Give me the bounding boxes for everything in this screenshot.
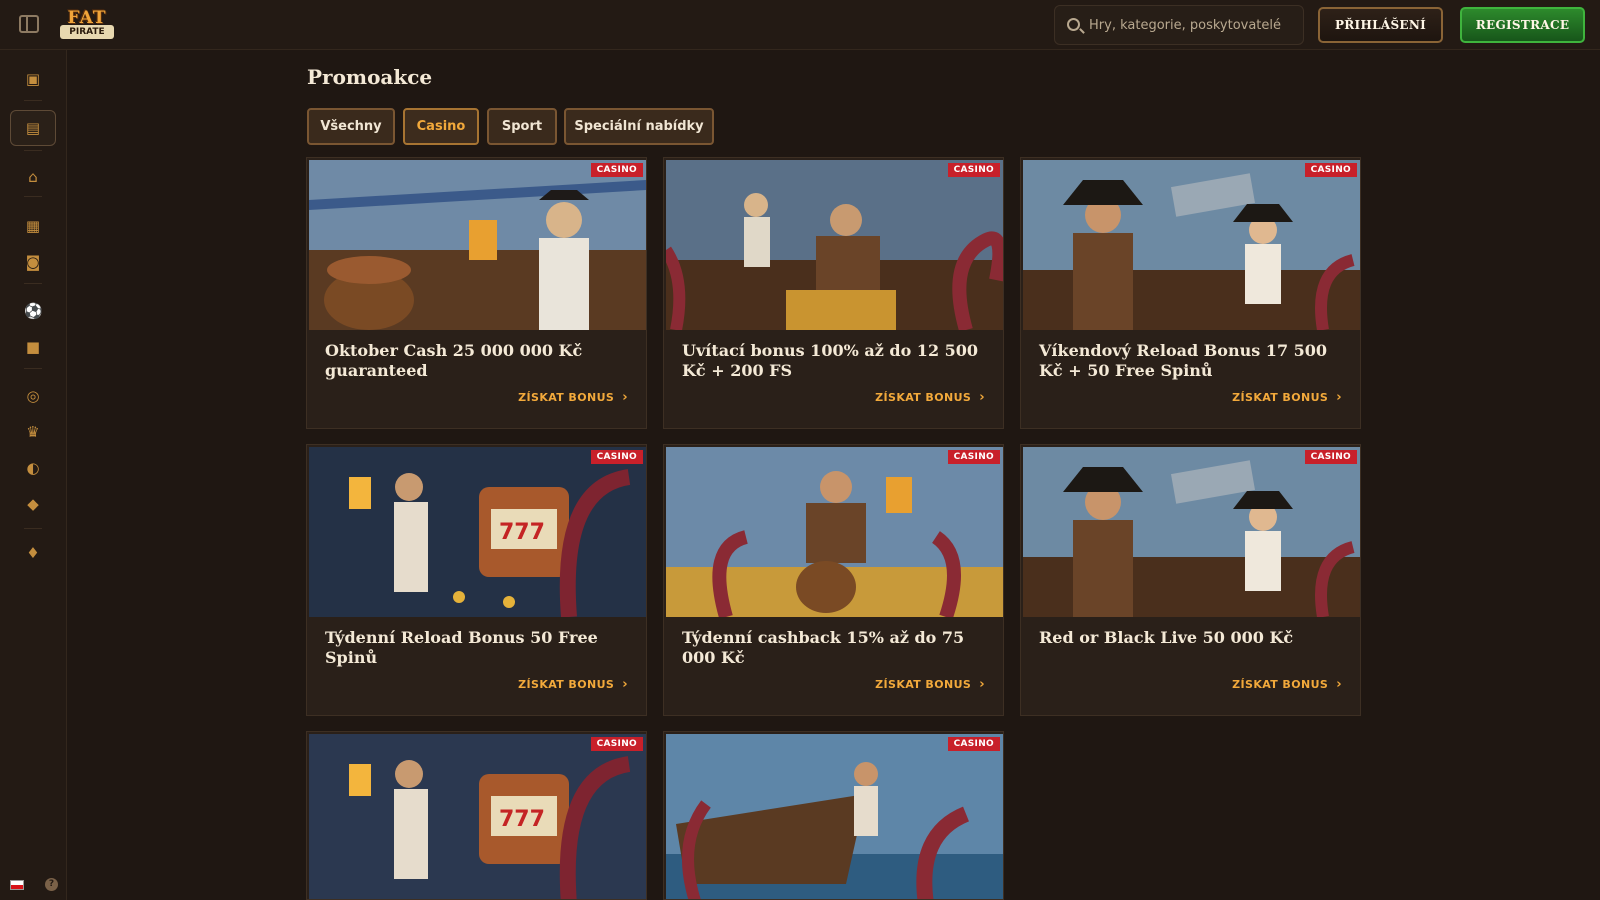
casino-badge: CASINO bbox=[1304, 163, 1357, 177]
casino-badge: CASINO bbox=[947, 450, 1000, 464]
search-box[interactable] bbox=[1054, 5, 1304, 45]
promo-image-slot-pirate: 777 CASINO bbox=[309, 734, 646, 899]
promo-image-weekly-cashback: CASINO bbox=[666, 447, 1003, 617]
promo-title: Uvítací bonus 100% až do 12 500 Kč + 200… bbox=[682, 341, 979, 380]
shop-bag-icon[interactable]: ◆ bbox=[24, 495, 42, 513]
promo-card[interactable]: 777 CASINO bbox=[306, 731, 647, 900]
promotions-chest-icon[interactable]: ▤ bbox=[24, 119, 42, 137]
sidebar-divider bbox=[24, 196, 42, 197]
svg-text:777: 777 bbox=[499, 807, 545, 832]
casino-badge: CASINO bbox=[590, 737, 643, 751]
promo-image-weekly-reload: 777 CASINO bbox=[309, 447, 646, 617]
casino-badge: CASINO bbox=[1304, 450, 1357, 464]
help-icon[interactable]: ? bbox=[45, 878, 58, 891]
language-flag-icon[interactable] bbox=[10, 880, 24, 890]
promo-card[interactable]: CASINO bbox=[663, 731, 1004, 900]
logo-text-bottom: PIRATE bbox=[60, 25, 114, 39]
get-bonus-label: ZÍSKAT BONUS bbox=[518, 678, 615, 691]
left-sidebar: ▣ ▤ ⌂ ▦ ◙ ⚽ ■ ◎ ♛ ◐ ◆ ♦ bbox=[0, 50, 67, 900]
register-button[interactable]: REGISTRACE bbox=[1460, 7, 1585, 43]
get-bonus-label: ZÍSKAT BONUS bbox=[875, 678, 972, 691]
promo-image-ship-kraken: CASINO bbox=[666, 734, 1003, 899]
chevron-right-icon: › bbox=[979, 677, 985, 692]
get-bonus-link[interactable]: ZÍSKAT BONUS › bbox=[518, 677, 628, 692]
trophy-icon[interactable]: ♛ bbox=[24, 423, 42, 441]
casino-badge: CASINO bbox=[947, 737, 1000, 751]
promo-title: Oktober Cash 25 000 000 Kč guaranteed bbox=[325, 341, 583, 380]
sidebar-divider bbox=[24, 150, 42, 151]
sidebar-toggle-icon[interactable] bbox=[19, 15, 39, 33]
get-bonus-link[interactable]: ZÍSKAT BONUS › bbox=[1232, 677, 1342, 692]
sidebar-divider bbox=[24, 528, 42, 529]
top-header: FAT PIRATE PŘIHLÁŠENÍ REGISTRACE bbox=[0, 0, 1600, 50]
home-icon[interactable]: ⌂ bbox=[24, 168, 42, 186]
promo-title: Víkendový Reload Bonus 17 500 Kč + 50 Fr… bbox=[1039, 341, 1328, 380]
svg-text:777: 777 bbox=[499, 520, 545, 545]
page-title: Promoakce bbox=[307, 65, 433, 89]
login-button[interactable]: PŘIHLÁŠENÍ bbox=[1318, 7, 1443, 43]
casino-badge: CASINO bbox=[590, 450, 643, 464]
tab-casino[interactable]: Casino bbox=[403, 108, 479, 145]
award-badge-icon[interactable]: ◎ bbox=[24, 387, 42, 405]
tab-special-offers[interactable]: Speciální nabídky bbox=[564, 108, 714, 145]
get-bonus-link[interactable]: ZÍSKAT BONUS › bbox=[1232, 390, 1342, 405]
vip-icon[interactable]: ◐ bbox=[24, 459, 42, 477]
promo-title: Red or Black Live 50 000 Kč bbox=[1039, 628, 1294, 647]
chevron-right-icon: › bbox=[622, 677, 628, 692]
sidebar-divider bbox=[24, 100, 42, 101]
chevron-right-icon: › bbox=[1336, 390, 1342, 405]
sidebar-divider bbox=[24, 283, 42, 284]
promo-image-weekend-reload: CASINO bbox=[1023, 160, 1360, 330]
promo-title: Týdenní Reload Bonus 50 Free Spinů bbox=[325, 628, 598, 667]
promo-image-oktober-cash: CASINO bbox=[309, 160, 646, 330]
calendar-icon[interactable]: ▦ bbox=[24, 217, 42, 235]
get-bonus-link[interactable]: ZÍSKAT BONUS › bbox=[518, 390, 628, 405]
search-icon bbox=[1067, 18, 1080, 31]
get-bonus-label: ZÍSKAT BONUS bbox=[1232, 391, 1329, 404]
promo-card[interactable]: CASINO Týdenní cashback 15% až do 75 000… bbox=[663, 444, 1004, 716]
promo-title: Týdenní cashback 15% až do 75 000 Kč bbox=[682, 628, 965, 667]
get-bonus-link[interactable]: ZÍSKAT BONUS › bbox=[875, 677, 985, 692]
promo-card[interactable]: CASINO Uvítací bonus 100% až do 12 500 K… bbox=[663, 157, 1004, 429]
chevron-right-icon: › bbox=[979, 390, 985, 405]
promo-image-red-or-black: CASINO bbox=[1023, 447, 1360, 617]
promo-card[interactable]: CASINO Red or Black Live 50 000 Kč ZÍSKA… bbox=[1020, 444, 1361, 716]
live-icon[interactable]: ■ bbox=[24, 338, 42, 356]
casino-badge: CASINO bbox=[947, 163, 1000, 177]
tab-sport[interactable]: Sport bbox=[487, 108, 557, 145]
get-bonus-label: ZÍSKAT BONUS bbox=[518, 391, 615, 404]
soccer-ball-icon[interactable]: ⚽ bbox=[24, 302, 43, 320]
search-input[interactable] bbox=[1089, 14, 1295, 36]
chevron-right-icon: › bbox=[1336, 677, 1342, 692]
tab-all[interactable]: Všechny bbox=[307, 108, 395, 145]
sidebar-divider bbox=[24, 368, 42, 369]
promo-card[interactable]: CASINO Oktober Cash 25 000 000 Kč guaran… bbox=[306, 157, 647, 429]
get-bonus-label: ZÍSKAT BONUS bbox=[1232, 678, 1329, 691]
treasure-chest-icon[interactable]: ▣ bbox=[24, 70, 42, 88]
promo-card[interactable]: CASINO Víkendový Reload Bonus 17 500 Kč … bbox=[1020, 157, 1361, 429]
promo-image-welcome-bonus: CASINO bbox=[666, 160, 1003, 330]
cards-icon[interactable]: ◙ bbox=[24, 253, 42, 271]
fat-pirate-logo[interactable]: FAT PIRATE bbox=[54, 10, 120, 40]
get-bonus-link[interactable]: ZÍSKAT BONUS › bbox=[875, 390, 985, 405]
diamond-icon[interactable]: ♦ bbox=[24, 544, 42, 562]
chevron-right-icon: › bbox=[622, 390, 628, 405]
get-bonus-label: ZÍSKAT BONUS bbox=[875, 391, 972, 404]
casino-badge: CASINO bbox=[590, 163, 643, 177]
promo-card[interactable]: 777 CASINO Týdenní Reload Bonus 50 Free … bbox=[306, 444, 647, 716]
